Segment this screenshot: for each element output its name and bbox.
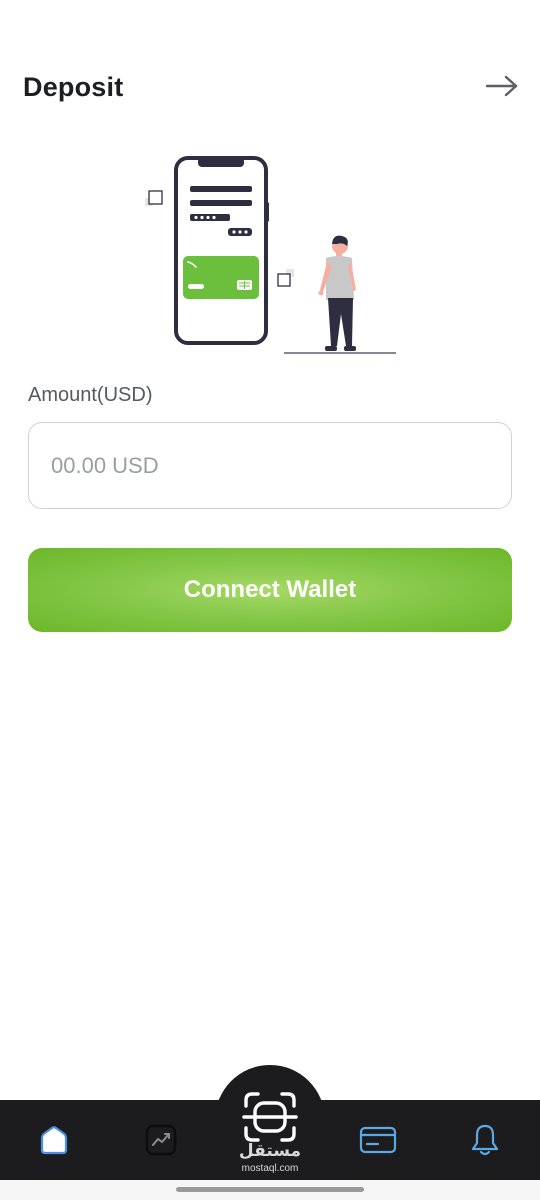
home-indicator[interactable] [176,1187,364,1192]
card-icon [359,1126,397,1154]
bell-icon [471,1124,499,1156]
nav-home[interactable] [26,1112,82,1168]
nav-notifications[interactable] [457,1112,513,1168]
page-title: Deposit [23,72,124,102]
amount-input[interactable] [28,422,512,509]
nav-markets[interactable] [133,1112,189,1168]
amount-label: Amount(USD) [28,384,153,406]
home-icon [40,1126,68,1155]
connect-wallet-button[interactable]: Connect Wallet [28,548,512,632]
header: Deposit [0,60,540,116]
phone-payment-illustration [145,156,396,354]
watermark-url: mostaql.com [241,1163,299,1174]
nav-cards[interactable] [350,1112,406,1168]
scan-icon [242,1092,298,1142]
chart-trend-icon [145,1124,177,1156]
watermark-arabic: مستقل [238,1141,302,1160]
arrow-right-icon [485,75,518,97]
forward-button[interactable] [482,70,522,102]
